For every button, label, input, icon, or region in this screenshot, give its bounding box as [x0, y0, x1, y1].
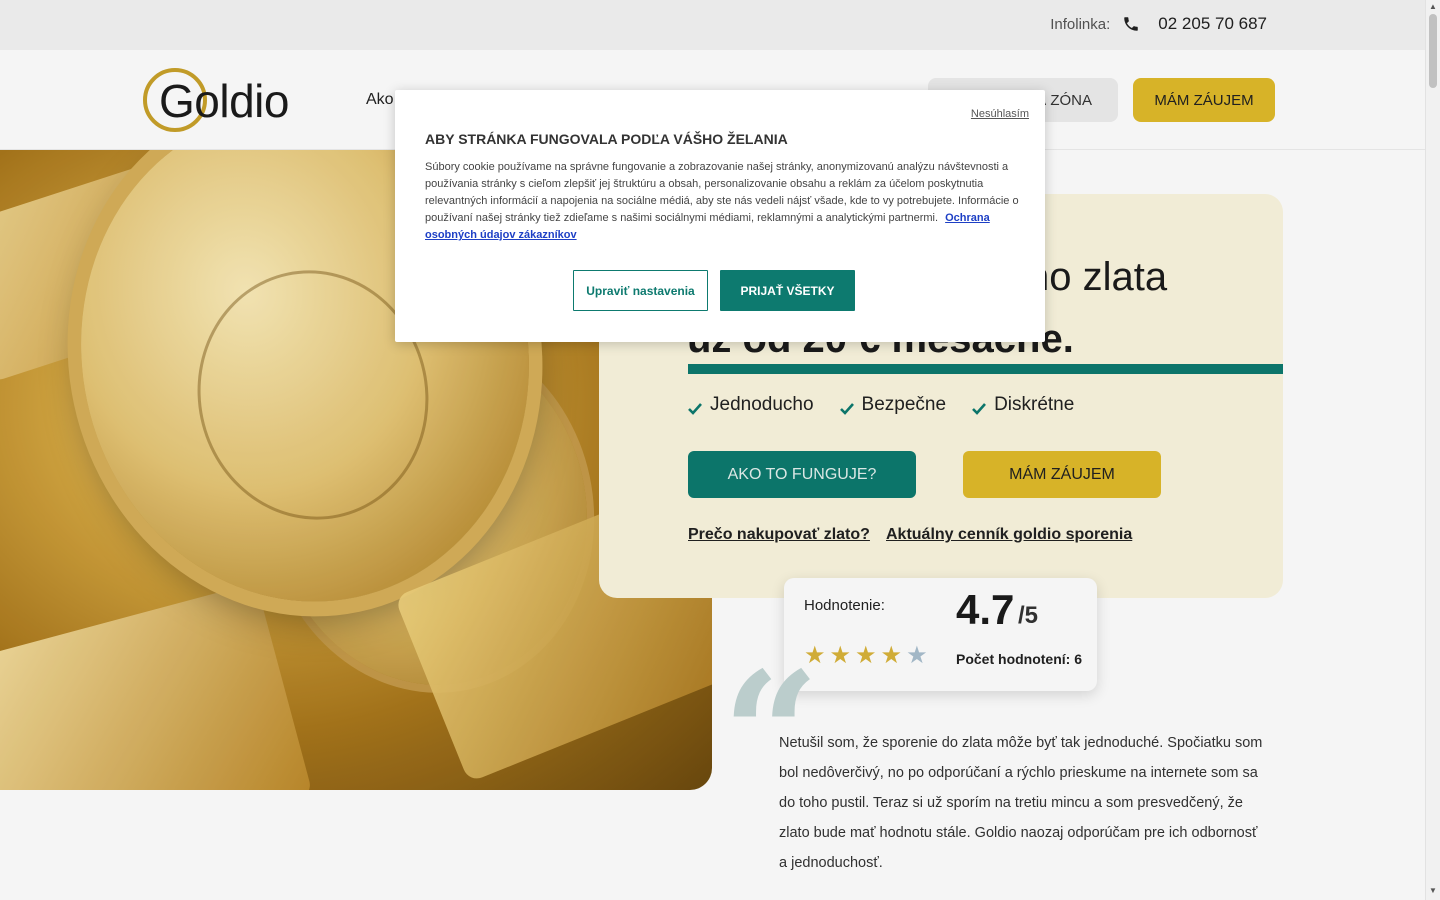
decline-cookies-link[interactable]: Nesúhlasím: [971, 108, 1029, 120]
cookie-dialog-body: Súbory cookie používame na správne fungo…: [425, 159, 1020, 244]
scrollbar-thumb[interactable]: [1429, 14, 1437, 88]
accept-all-cookies-button[interactable]: PRIJAŤ VŠETKY: [720, 270, 855, 311]
page-scrollbar[interactable]: ▲ ▼: [1425, 0, 1440, 900]
cookie-consent-dialog: Nesúhlasím ABY STRÁNKA FUNGOVALA PODĽA V…: [395, 90, 1045, 342]
cookie-dialog-title: ABY STRÁNKA FUNGOVALA PODĽA VÁŠHO ŽELANI…: [425, 131, 788, 147]
cookie-settings-button[interactable]: Upraviť nastavenia: [573, 270, 708, 311]
scroll-up-arrow-icon[interactable]: ▲: [1429, 2, 1437, 11]
scroll-down-arrow-icon[interactable]: ▼: [1429, 886, 1437, 895]
cookie-body-text: Súbory cookie používame na správne fungo…: [425, 161, 1019, 224]
